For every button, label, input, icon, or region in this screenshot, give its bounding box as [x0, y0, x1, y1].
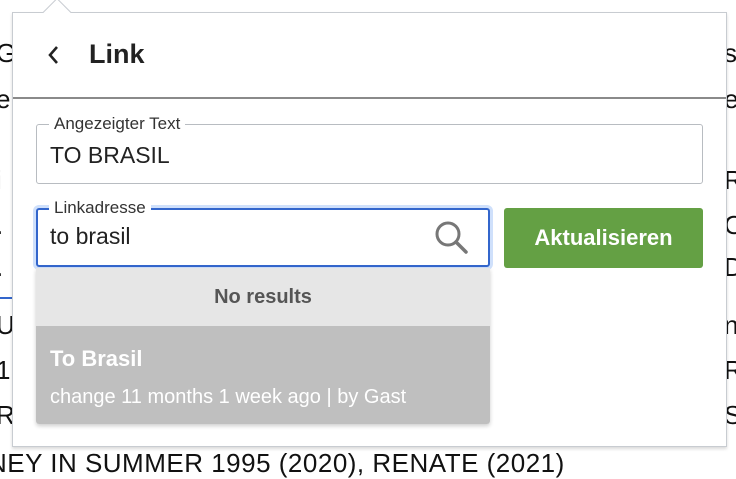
link-address-input[interactable]: to brasil: [50, 223, 131, 250]
bg-fragment: .: [0, 252, 3, 282]
dialog-header: Link: [13, 13, 726, 99]
displayed-text-input[interactable]: TO BRASIL: [50, 142, 170, 169]
bg-fragment: 1: [0, 355, 11, 385]
search-icon[interactable]: [434, 220, 470, 256]
displayed-text-field[interactable]: Angezeigter Text TO BRASIL: [36, 114, 703, 184]
bg-fragment: e: [0, 84, 11, 114]
dialog-title: Link: [89, 39, 145, 69]
link-dialog: Link Angezeigter Text TO BRASIL Linkadre…: [12, 0, 727, 447]
no-results-label: No results: [36, 268, 490, 326]
back-button[interactable]: [41, 41, 65, 69]
displayed-text-label: Angezeigter Text: [49, 114, 186, 134]
suggestion-item[interactable]: To Brasil change 11 months 1 week ago | …: [36, 326, 490, 424]
bg-bottom-line: NEY IN SUMMER 1995 (2020), RENATE (2021): [0, 448, 565, 478]
suggestion-meta: change 11 months 1 week ago | by Gast: [50, 386, 407, 408]
chevron-left-icon: [48, 46, 58, 64]
bg-fragment: i: [0, 165, 2, 195]
link-suggestions-dropdown: No results To Brasil change 11 months 1 …: [36, 268, 490, 424]
update-button[interactable]: Aktualisieren: [504, 208, 703, 268]
bg-fragment: .: [0, 210, 3, 240]
suggestion-title: To Brasil: [50, 346, 143, 371]
link-address-label: Linkadresse: [49, 198, 151, 218]
link-address-field[interactable]: Linkadresse to brasil: [36, 198, 490, 267]
